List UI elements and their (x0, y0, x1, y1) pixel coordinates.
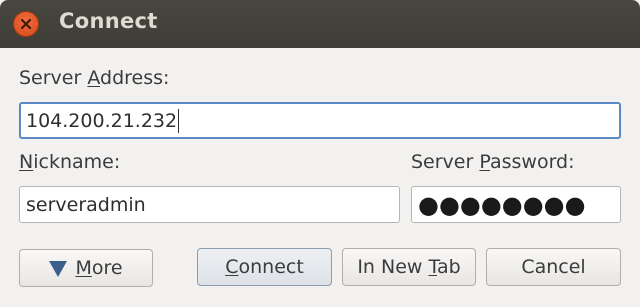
server-password-label: Server Password: (411, 151, 575, 173)
title-bar: Connect (0, 0, 640, 48)
server-address-label: Server Address: (19, 67, 170, 89)
server-address-input[interactable]: 104.200.21.232 (19, 102, 621, 139)
cancel-button[interactable]: Cancel (486, 248, 621, 286)
more-button[interactable]: More (19, 249, 153, 287)
connect-button[interactable]: Connect (197, 248, 332, 286)
server-address-value: 104.200.21.232 (26, 109, 178, 132)
text-caret (178, 108, 180, 133)
close-button[interactable] (13, 11, 39, 37)
connect-button-label: Connect (225, 256, 304, 278)
password-dots: ●●●●●●●● (418, 190, 586, 219)
window-title: Connect (59, 9, 158, 33)
close-icon (20, 18, 32, 30)
cancel-button-label: Cancel (521, 256, 586, 278)
nickname-input[interactable]: serveradmin (19, 186, 400, 223)
triangle-down-icon (49, 260, 68, 277)
more-button-label: More (75, 257, 123, 279)
in-new-tab-button-label: In New Tab (357, 256, 461, 278)
in-new-tab-button[interactable]: In New Tab (342, 248, 476, 286)
connect-dialog: Connect Server Address: 104.200.21.232 N… (0, 0, 640, 307)
nickname-value: serveradmin (26, 193, 146, 216)
server-password-input[interactable]: ●●●●●●●● (411, 186, 621, 223)
nickname-label: Nickname: (19, 151, 121, 173)
